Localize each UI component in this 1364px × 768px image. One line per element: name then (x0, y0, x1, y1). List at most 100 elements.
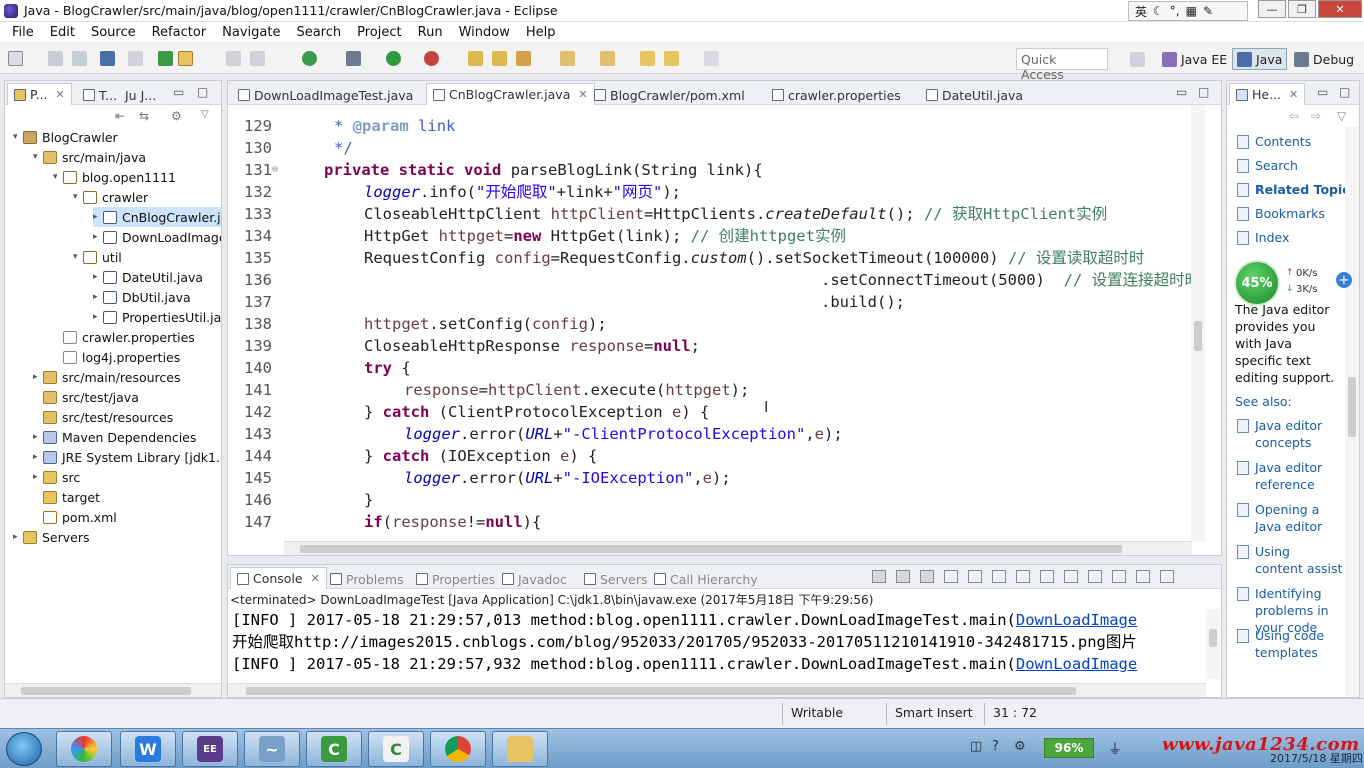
editor-vertical-scrollbar[interactable] (1191, 105, 1205, 541)
tree-item[interactable]: ▾ src/main/java (33, 147, 146, 167)
punctuation-icon[interactable]: °, (1170, 4, 1180, 18)
refresh-icon[interactable] (302, 51, 317, 66)
minimize-help-icon[interactable]: ▭ (1317, 85, 1328, 99)
fold-icon[interactable]: ⊖ (272, 159, 278, 181)
taskbar-app-explorer[interactable] (492, 731, 548, 767)
open-task-icon[interactable] (492, 51, 507, 66)
taskbar-app-camtasia[interactable]: C (306, 731, 362, 767)
tree-item[interactable]: ▸ DateUtil.java (93, 267, 203, 287)
close-icon[interactable]: ✕ (56, 88, 65, 101)
clear-console-icon[interactable] (944, 570, 958, 583)
save-icon[interactable] (48, 51, 63, 66)
open-type-icon[interactable] (468, 51, 483, 66)
scroll-thumb[interactable] (1194, 321, 1202, 351)
help-vertical-scrollbar[interactable] (1345, 127, 1359, 697)
see-also-link[interactable]: Java editor concepts (1237, 417, 1322, 451)
chevron-down-icon[interactable]: ▾ (73, 252, 83, 262)
tree-item[interactable]: pom.xml (33, 507, 117, 527)
console-tab[interactable]: Properties (410, 569, 501, 589)
chevron-right-icon[interactable]: ▸ (93, 212, 103, 222)
code-area[interactable]: 129 * @param link 130 */ 131 private static v… (228, 105, 1203, 541)
menu-refactor[interactable]: Refactor (144, 25, 215, 40)
moon-icon[interactable]: ☾ (1153, 4, 1164, 18)
tray-help-icon[interactable]: ? (992, 739, 999, 754)
tree-item[interactable]: ▾ util (73, 247, 122, 267)
minimize-editor-icon[interactable]: ▭ (1176, 85, 1187, 99)
grid-icon[interactable]: ▦ (1186, 4, 1197, 18)
chevron-right-icon[interactable]: ▸ (33, 432, 43, 442)
last-edit-icon[interactable] (640, 51, 655, 66)
help-link[interactable]: Index (1237, 229, 1289, 246)
taskbar-app-dolphin[interactable]: ~ (244, 731, 300, 767)
help-link[interactable]: Bookmarks (1237, 205, 1325, 222)
taskbar-app-paint[interactable] (56, 731, 112, 767)
quick-access-input[interactable]: Quick Access (1016, 48, 1108, 82)
tab-package-explorer[interactable]: P... ✕ (7, 83, 72, 105)
run-icon[interactable] (386, 51, 401, 66)
taskbar-app-wps[interactable]: W (120, 731, 176, 767)
console-tab[interactable]: Servers (578, 569, 654, 589)
tree-item[interactable]: ▸ DbUtil.java (93, 287, 191, 307)
scroll-thumb[interactable] (1348, 377, 1356, 437)
console-tab[interactable]: Problems (324, 569, 410, 589)
tray-settings-icon[interactable]: ⚙ (1014, 739, 1026, 754)
forward-icon[interactable] (704, 51, 719, 66)
tree-item[interactable]: ▸ DownLoadImageTest.java (93, 227, 221, 247)
perspective-java-ee[interactable]: Java EE (1158, 48, 1231, 70)
remove-all-icon[interactable] (920, 570, 934, 583)
close-icon[interactable]: ✕ (1289, 88, 1298, 101)
console-horizontal-scrollbar[interactable] (228, 683, 1206, 697)
chevron-right-icon[interactable]: ▸ (33, 472, 43, 482)
editor-tab[interactable]: crawler.properties (766, 85, 907, 105)
tree-item[interactable]: ▸ PropertiesUtil.java (93, 307, 221, 327)
minimize-console-icon[interactable] (1136, 570, 1150, 583)
help-link[interactable]: Search (1237, 157, 1298, 174)
editor-tab[interactable]: DownLoadImageTest.java (232, 85, 419, 105)
console-icon[interactable] (100, 51, 115, 66)
display-console-icon[interactable] (1088, 570, 1102, 583)
tree-item[interactable]: ▸ JRE System Library [jdk1.8] (33, 447, 221, 467)
scroll-thumb[interactable] (300, 545, 1122, 553)
chevron-right-icon[interactable]: ▸ (93, 272, 103, 282)
word-wrap-icon[interactable] (992, 570, 1006, 583)
new-icon[interactable] (8, 51, 23, 66)
maximize-editor-icon[interactable]: □ (1198, 85, 1209, 99)
tab-type-hierarchy[interactable]: T... (77, 85, 123, 105)
mark-occurrences-icon[interactable] (178, 51, 193, 66)
back-arrow-icon[interactable]: ⇦ (1289, 109, 1299, 123)
tree-item[interactable]: target (33, 487, 100, 507)
tab-junit[interactable]: Ju J... (119, 85, 162, 105)
menu-edit[interactable]: Edit (42, 25, 83, 40)
menu-source[interactable]: Source (83, 25, 144, 40)
editor-tab[interactable]: BlogCrawler/pom.xml (588, 85, 751, 105)
chevron-right-icon[interactable]: ▸ (33, 372, 43, 382)
chevron-down-icon[interactable]: ▾ (13, 132, 23, 142)
console-tab[interactable]: Console ✕ (230, 567, 327, 589)
show-on-error-icon[interactable] (1040, 570, 1054, 583)
ime-language-label[interactable]: 英 (1135, 3, 1147, 20)
taskbar-app-eclipse[interactable]: EE (182, 731, 238, 767)
perspective-java[interactable]: Java (1232, 48, 1288, 70)
see-also-link[interactable]: Java editor reference (1237, 459, 1322, 493)
help-link[interactable]: Related Topics (1237, 181, 1357, 198)
editor-tab[interactable]: CnBlogCrawler.java ✕ (426, 83, 595, 105)
network-speed-widget[interactable]: 45% 0K/s 3K/s ↑ ↓ + (1232, 258, 1358, 306)
remove-launch-icon[interactable] (896, 570, 910, 583)
close-icon[interactable]: ✕ (578, 88, 587, 101)
chevron-down-icon[interactable]: ▾ (73, 192, 83, 202)
next-annotation-icon[interactable] (560, 51, 575, 66)
new-java-project-icon[interactable] (158, 51, 173, 66)
scroll-thumb[interactable] (1209, 629, 1217, 647)
tree-item[interactable]: ▸ Maven Dependencies (33, 427, 196, 447)
link-editor-icon[interactable]: ⇆ (139, 109, 149, 123)
plus-icon[interactable]: + (1336, 272, 1352, 288)
chevron-right-icon[interactable]: ▸ (93, 312, 103, 322)
open-console-icon[interactable] (1112, 570, 1126, 583)
maximize-view-icon[interactable]: □ (197, 85, 208, 99)
tab-help[interactable]: He... ✕ (1229, 83, 1306, 105)
menu-search[interactable]: Search (288, 25, 349, 40)
pin-console-icon[interactable] (1064, 570, 1078, 583)
chevron-down-icon[interactable]: ▽ (201, 109, 209, 120)
console-tab[interactable]: Javadoc (496, 569, 573, 589)
minimize-button[interactable]: — (1258, 0, 1286, 18)
